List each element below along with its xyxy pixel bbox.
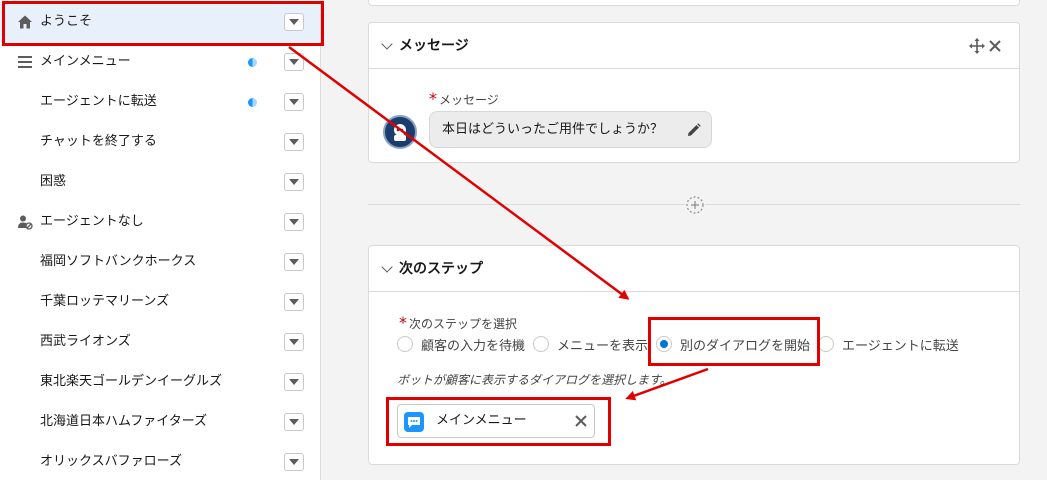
dropdown-button[interactable]	[284, 93, 304, 111]
chevron-down-icon	[289, 179, 299, 185]
chevron-down-icon	[289, 139, 299, 145]
sidebar-item-label: 北海道日本ハムファイターズ	[40, 414, 208, 429]
sidebar-item-label: ようこそ	[40, 14, 93, 29]
sidebar-item-main-menu[interactable]: メインメニュー	[0, 42, 320, 82]
sidebar-item-transfer-agent[interactable]: エージェントに転送	[0, 82, 320, 122]
chevron-down-icon	[289, 19, 299, 25]
dropdown-button[interactable]	[284, 333, 304, 351]
radio-label: 顧客の入力を待機	[421, 338, 526, 354]
dropdown-button[interactable]	[284, 133, 304, 151]
sidebar-item-label: 福岡ソフトバンクホークス	[40, 254, 197, 269]
radio-transfer-agent[interactable]: エージェントに転送	[818, 335, 959, 354]
sidebar-item-label: エージェントなし	[40, 214, 144, 229]
dialog-editor: メッセージ * メッセージ 本日はどういったご用件でしょうか？ 次のステップ *…	[321, 0, 1047, 480]
selected-dialog-pill[interactable]: メインメニュー	[397, 404, 595, 438]
sidebar-item-label: 困惑	[40, 174, 67, 189]
radio-wait-input[interactable]: 顧客の入力を待機	[397, 335, 525, 354]
dropdown-button[interactable]	[284, 373, 304, 391]
add-step-icon[interactable]	[685, 195, 705, 215]
message-card-title: メッセージ	[399, 38, 469, 54]
dialog-help-text: ボットが顧客に表示するダイアログを選択します。	[397, 373, 672, 387]
next-step-card-title: 次のステップ	[399, 261, 483, 277]
sidebar-item-label: オリックスバファローズ	[40, 454, 182, 469]
next-step-radio-group: 顧客の入力を待機 メニューを表示 別のダイアログを開始 エージェントに転送	[397, 334, 967, 354]
status-dot	[248, 58, 257, 67]
status-dot	[248, 98, 257, 107]
edit-pencil-icon[interactable]	[687, 123, 701, 137]
radio-circle[interactable]	[397, 336, 413, 352]
dropdown-button[interactable]	[284, 53, 304, 71]
sidebar-item-label: メインメニュー	[40, 54, 131, 69]
radio-start-dialog[interactable]: 別のダイアログを開始	[656, 335, 810, 354]
chevron-down-icon	[289, 259, 299, 265]
sidebar-item-label: 東北楽天ゴールデンイーグルズ	[40, 374, 223, 389]
message-field-label: * メッセージ	[429, 89, 499, 108]
next-step-card-header: 次のステップ	[369, 246, 1019, 292]
sidebar-item-no-agent[interactable]: エージェントなし	[0, 202, 320, 242]
radio-label: メニューを表示	[557, 338, 649, 354]
sidebar-item-buffaloes[interactable]: オリックスバファローズ	[0, 442, 320, 480]
move-icon[interactable]	[968, 37, 986, 55]
chat-icon	[404, 412, 424, 432]
dropdown-button[interactable]	[284, 413, 304, 431]
chevron-down-icon	[289, 379, 299, 385]
dropdown-button[interactable]	[284, 293, 304, 311]
remove-icon[interactable]	[574, 414, 588, 428]
radio-label: エージェントに転送	[842, 338, 959, 354]
radio-circle-selected[interactable]	[656, 336, 673, 352]
sidebar-item-eagles[interactable]: 東北楽天ゴールデンイーグルズ	[0, 362, 320, 402]
chevron-down-icon	[289, 419, 299, 425]
next-step-card: 次のステップ * 次のステップを選択 顧客の入力を待機 メニューを表示 別のダイア…	[368, 245, 1020, 465]
close-icon[interactable]	[988, 38, 1002, 54]
sidebar-item-marines[interactable]: 千葉ロッテマリーンズ	[0, 282, 320, 322]
selected-dialog-label: メインメニュー	[436, 413, 527, 428]
radio-circle[interactable]	[818, 336, 835, 352]
message-card-header: メッセージ	[369, 23, 1019, 69]
sidebar-item-confused[interactable]: 困惑	[0, 162, 320, 202]
dropdown-button[interactable]	[284, 173, 304, 191]
bot-icon	[394, 124, 406, 141]
home-icon	[16, 14, 34, 30]
message-bubble[interactable]: 本日はどういったご用件でしょうか？	[429, 111, 712, 148]
chevron-down-icon	[289, 299, 299, 305]
agent-off-icon	[16, 214, 34, 230]
radio-show-menu[interactable]: メニューを表示	[533, 335, 648, 354]
collapse-chevron-icon[interactable]	[381, 261, 393, 273]
sidebar-item-fighters[interactable]: 北海道日本ハムファイターズ	[0, 402, 320, 442]
sidebar-item-end-chat[interactable]: チャットを終了する	[0, 122, 320, 162]
next-step-field-label: * 次のステップを選択	[399, 313, 518, 332]
sidebar-item-label: チャットを終了する	[40, 134, 157, 149]
chevron-down-icon	[289, 99, 299, 105]
radio-label: 別のダイアログを開始	[680, 338, 811, 354]
collapse-chevron-icon[interactable]	[381, 38, 393, 50]
message-card: メッセージ * メッセージ 本日はどういったご用件でしょうか？	[368, 22, 1020, 163]
chevron-down-icon	[289, 459, 299, 465]
dropdown-button[interactable]	[284, 213, 304, 231]
menu-icon	[16, 54, 34, 70]
sidebar-item-welcome[interactable]: ようこそ	[0, 2, 320, 42]
chevron-down-icon	[289, 219, 299, 225]
chevron-down-icon	[289, 339, 299, 345]
dialog-sidebar: ようこそ メインメニュー エージェントに転送 チャットを終了する 困惑 エージェ…	[0, 0, 321, 480]
message-text: 本日はどういったご用件でしょうか？	[442, 122, 664, 137]
radio-circle[interactable]	[533, 336, 550, 352]
bot-avatar	[383, 115, 417, 149]
sidebar-item-lions[interactable]: 西武ライオンズ	[0, 322, 320, 362]
chevron-down-icon	[289, 59, 299, 65]
dropdown-button[interactable]	[284, 13, 304, 31]
previous-card	[368, 0, 1020, 6]
dropdown-button[interactable]	[284, 253, 304, 271]
sidebar-item-label: 千葉ロッテマリーンズ	[40, 294, 170, 309]
sidebar-item-label: エージェントに転送	[40, 94, 157, 109]
sidebar-item-hawks[interactable]: 福岡ソフトバンクホークス	[0, 242, 320, 282]
dropdown-button[interactable]	[284, 453, 304, 471]
sidebar-item-label: 西武ライオンズ	[40, 334, 131, 349]
